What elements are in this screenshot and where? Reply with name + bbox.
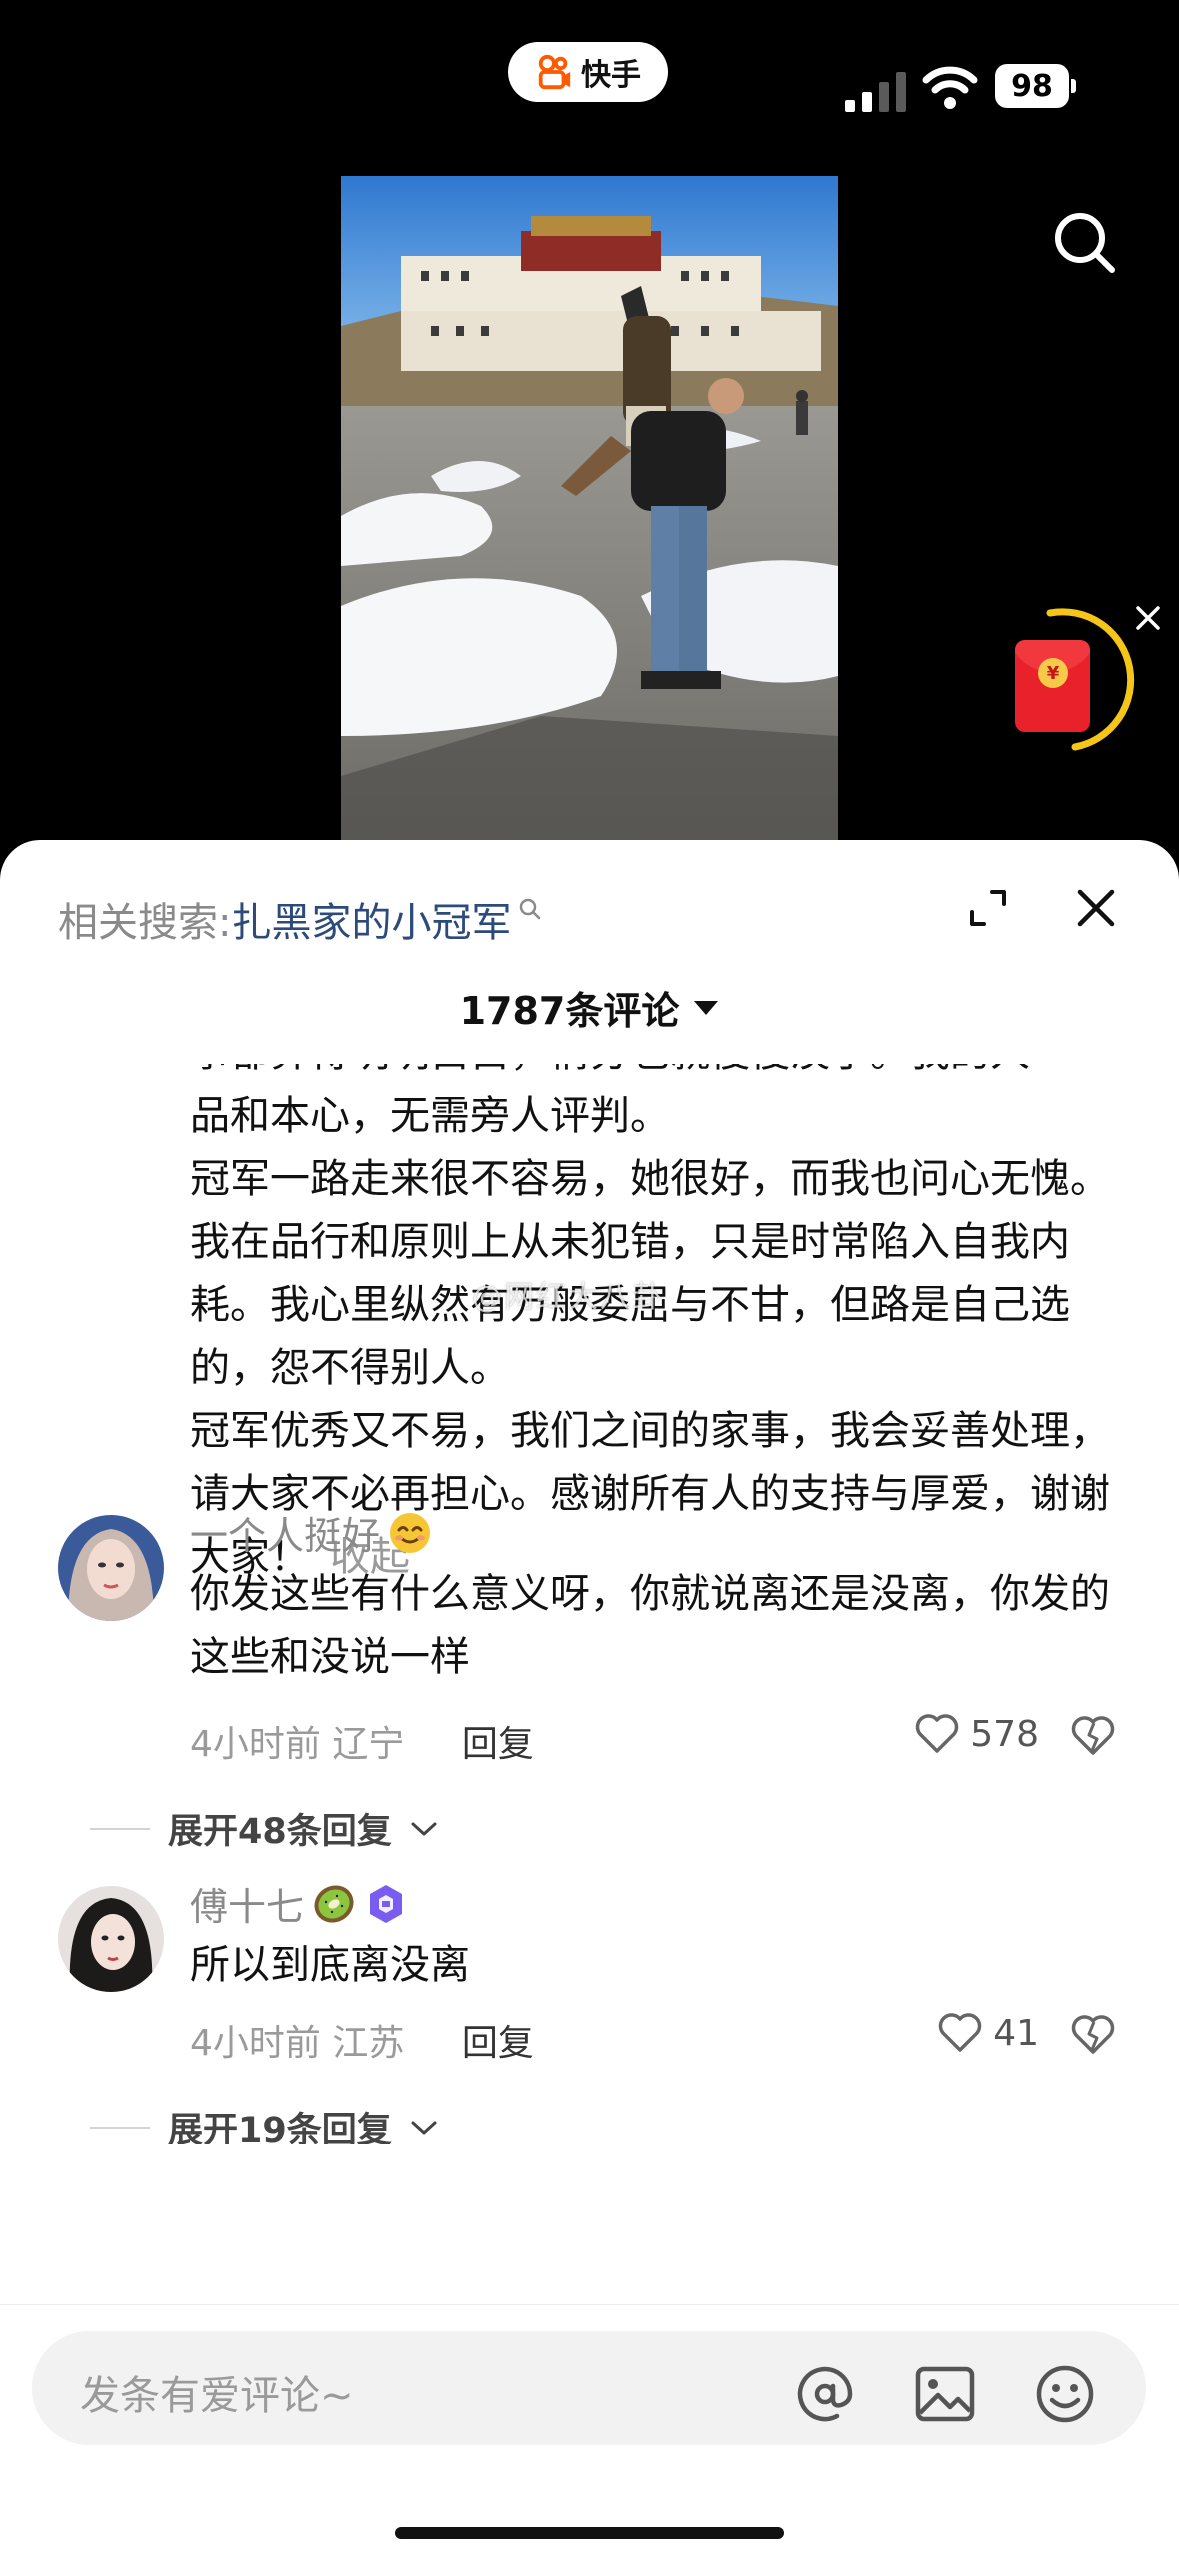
app-badge: 快手 [508,42,668,102]
comment-author[interactable]: 傅十七 [190,1876,408,1931]
expanded-comment-partial-line: 事都算得明明白白，情分也就慢慢淡了。我的人 [190,1064,1120,1085]
comment-author-name: 一个人挺好 [190,1514,381,1558]
related-search-term[interactable]: 扎黑家的小冠军 [231,900,511,946]
like-button[interactable]: 578 [914,1713,1039,1755]
heart-icon [938,2013,982,2052]
dislike-icon[interactable] [1070,1715,1116,1757]
comment-time: 4小时前 [190,1724,321,1765]
battery-icon: 98 [995,64,1076,108]
comment-author[interactable]: 一个人挺好 [190,1505,432,1560]
smiling-face-icon [390,1512,431,1553]
comment-meta: 4小时前 辽宁 回复 [190,1715,534,1767]
comment-meta: 4小时前 江苏 回复 [190,2014,534,2066]
like-count: 578 [970,1713,1039,1755]
search-icon[interactable] [1050,208,1118,276]
kiwi-icon [314,1884,354,1923]
watermark: @网红大八卦 [472,1280,664,1315]
comment-input-bar: 发条有爱评论~ [0,2304,1179,2556]
avatar[interactable] [58,1515,164,1621]
video-player[interactable] [341,176,838,840]
image-icon[interactable] [912,2361,978,2427]
battery-level: 98 [995,64,1069,108]
wifi-icon [922,66,978,109]
comment-count: 1787条评论 [459,989,680,1033]
comment-sort-toggle[interactable]: 1787条评论 [0,980,1179,1035]
comment-text: 所以到底离没离 [190,1942,470,1988]
chevron-down-icon [411,1822,437,1835]
comment-region: 江苏 [332,2023,405,2064]
chevron-down-icon [411,2121,437,2134]
comment-sheet: 相关搜索:扎黑家的小冠军 1787条评论 事都算得明明白白，情分也就慢慢淡了。我… [0,840,1179,2556]
caret-down-icon [694,1000,719,1015]
expand-replies-button[interactable]: 展开48条回复 [90,1803,438,1854]
comment-text: 你发这些有什么意义呀，你就说离还是没离，你发的这些和没说一样 [190,1571,1110,1680]
expand-replies-button[interactable]: 展开19条回复 [90,2102,438,2144]
expand-replies-label: 展开19条回复 [168,2111,392,2144]
dislike-icon[interactable] [1070,2014,1116,2056]
comment-region: 辽宁 [332,1724,405,1765]
mention-icon[interactable] [792,2361,858,2427]
comment-time: 4小时前 [190,2023,321,2064]
red-packet-icon[interactable]: ¥ [1015,640,1090,732]
heart-icon [916,1714,959,1753]
avatar[interactable] [58,1886,164,1992]
reply-button[interactable]: 回复 [462,2023,534,2064]
like-count: 41 [993,2012,1039,2054]
kuaishou-logo-icon [538,54,571,90]
video-frame-image [341,176,838,840]
related-search-label: 相关搜索: [58,900,232,946]
emoji-icon[interactable] [1032,2361,1098,2427]
related-search[interactable]: 相关搜索:扎黑家的小冠军 [58,890,543,948]
like-button[interactable]: 41 [937,2012,1039,2054]
app-name: 快手 [581,58,641,93]
expand-replies-label: 展开48条回复 [168,1812,392,1852]
status-bar: 快手 98 [0,0,1179,170]
close-icon[interactable] [1074,886,1118,930]
reply-button[interactable]: 回复 [462,1724,534,1765]
home-indicator [395,2527,784,2539]
comment-author-name: 傅十七 [190,1885,305,1929]
level-badge-icon [370,1884,403,1923]
comment-list[interactable]: 事都算得明明白白，情分也就慢慢淡了。我的人 品和本心，无需旁人评判。 冠军一路走… [0,1064,1179,2144]
small-search-icon [520,898,541,920]
cellular-signal-icon [845,72,906,112]
comment-input[interactable]: 发条有爱评论~ [32,2331,1146,2445]
expand-icon[interactable] [966,886,1010,930]
comment-input-placeholder: 发条有爱评论~ [80,2373,354,2419]
